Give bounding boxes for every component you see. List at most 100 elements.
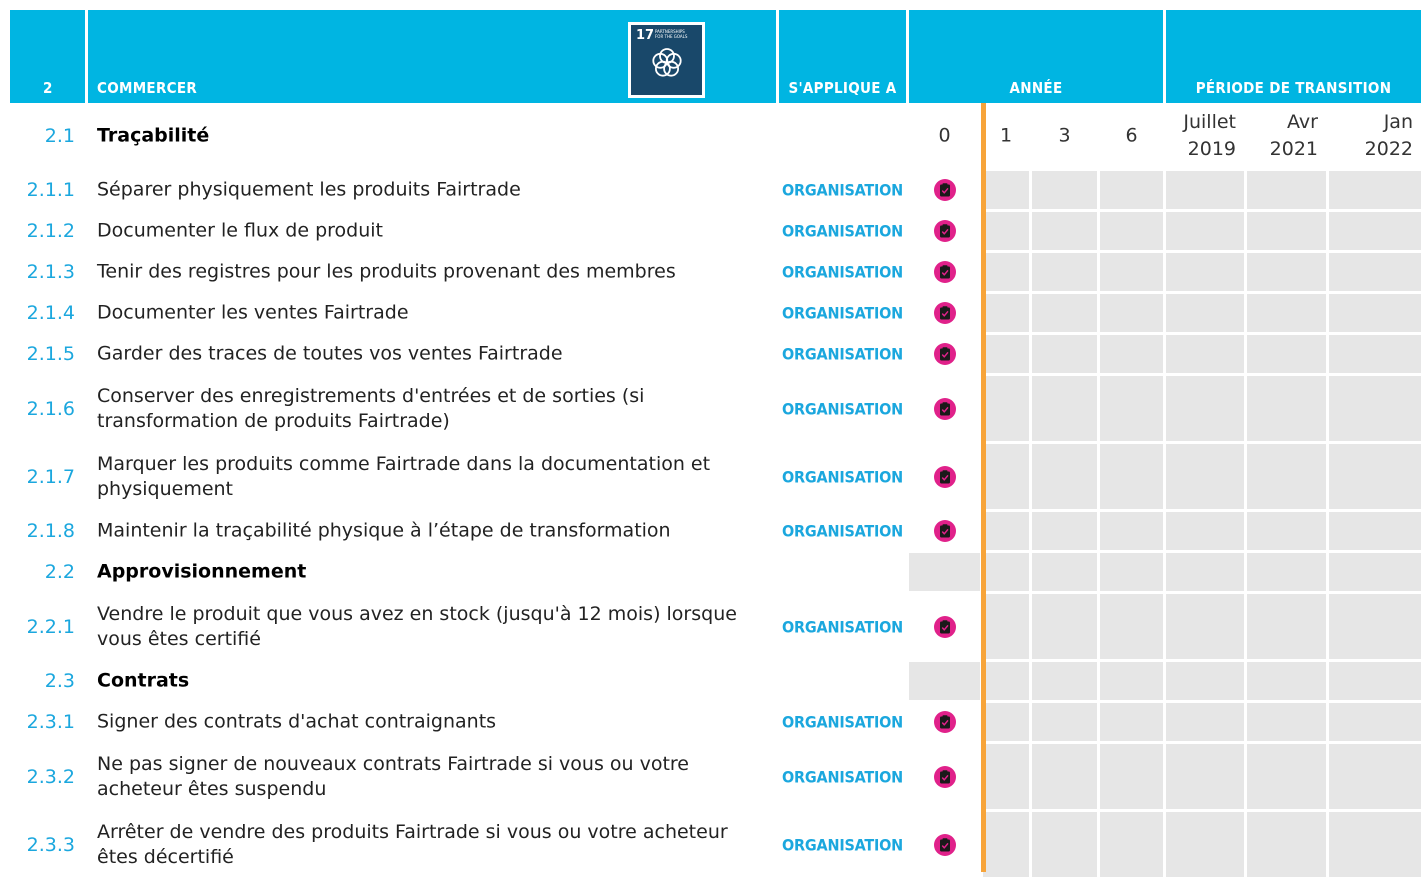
timeline-cell: [1329, 553, 1421, 591]
timeline-cell: [1247, 594, 1326, 659]
requirement-row: 2.1.8 Maintenir la traçabilité physique à…: [10, 512, 1421, 550]
timeline-cell: [1032, 444, 1097, 509]
timeline-cell: [1100, 744, 1163, 809]
applies-to-cell: ORGANISATION: [779, 512, 906, 550]
requirement-number-cell: 2.1.2: [10, 212, 85, 250]
year-cell: [909, 553, 980, 591]
requirement-number: 2.1.3: [26, 261, 75, 283]
transition-date: Juillet 2019: [1183, 109, 1236, 163]
timeline-cell: [1247, 253, 1326, 291]
year-value: 6: [1125, 124, 1138, 147]
timeline-cell: [1247, 812, 1326, 877]
timeline-cell: [1166, 444, 1244, 509]
applies-to-value: ORGANISATION: [782, 835, 903, 854]
requirement-number: 2.1.5: [26, 343, 75, 365]
requirement-description-cell: Séparer physiquement les produits Fairtr…: [88, 171, 776, 209]
timeline-cell: [1329, 812, 1421, 877]
transition-column-header: Avr 2021: [1247, 104, 1326, 168]
year-column-header: 1: [983, 104, 1029, 168]
requirement-row: 2.1.3 Tenir des registres pour les produi…: [10, 253, 1421, 291]
applies-to-cell: ORGANISATION: [779, 212, 906, 250]
timeline-cell: [1166, 662, 1244, 700]
requirement-number-cell: 2.1.4: [10, 294, 85, 332]
transition-year: 2019: [1187, 138, 1236, 160]
requirement-row: 2.1.7 Marquer les produits comme Fairtrad…: [10, 444, 1421, 509]
timeline-cell: [1247, 744, 1326, 809]
requirement-number-cell: 2.1.1: [10, 171, 85, 209]
year-zero-cell: [909, 212, 980, 250]
requirement-number-cell: 2.2.1: [10, 594, 85, 659]
applies-to-value: ORGANISATION: [782, 521, 903, 541]
applies-to-value: ORGANISATION: [782, 344, 903, 364]
transition-month: Juillet: [1183, 111, 1236, 133]
timeline-cell: [1100, 512, 1163, 550]
requirement-description-cell: Vendre le produit que vous avez en stock…: [88, 594, 776, 659]
requirement-number-cell: 2.1.3: [10, 253, 85, 291]
transition-label: PÉRIODE DE TRANSITION: [1195, 79, 1392, 97]
requirement-description: Documenter le flux de produit: [97, 219, 383, 242]
applies-to-cell: ORGANISATION: [779, 335, 906, 373]
applies-to-label: S'APPLIQUE A: [788, 79, 897, 97]
timeline-cell: [983, 444, 1029, 509]
requirement-row: 2.2.1 Vendre le produit que vous avez en …: [10, 594, 1421, 659]
applies-to-value: ORGANISATION: [782, 303, 903, 323]
sdg-number: 17: [636, 28, 655, 43]
transition-month: Avr: [1287, 111, 1318, 133]
timeline-cell: [1166, 744, 1244, 809]
timeline-cell: [1166, 812, 1244, 877]
requirement-description-cell: Maintenir la traçabilité physique à l’ét…: [88, 512, 776, 550]
timeline-cell: [1100, 812, 1163, 877]
transition-header: PÉRIODE DE TRANSITION: [1166, 10, 1421, 103]
year-zero-cell: [909, 594, 980, 659]
timeline-cell: [1032, 553, 1097, 591]
transition-column-header: Juillet 2019: [1166, 104, 1244, 168]
requirement-description-cell: Documenter le flux de produit: [88, 212, 776, 250]
requirement-row: 2.1.5 Garder des traces de toutes vos ven…: [10, 335, 1421, 373]
timeline-cell: [1247, 512, 1326, 550]
requirement-description-cell: Arrêter de vendre des produits Fairtrade…: [88, 812, 776, 877]
section-title: COMMERCER: [97, 79, 198, 97]
requirement-number-cell: 2.1.8: [10, 512, 85, 550]
applies-to-cell: ORGANISATION: [779, 171, 906, 209]
requirement-description: Garder des traces de toutes vos ventes F…: [97, 342, 563, 365]
section-row: 2.1 Traçabilité 0 1 3 6 Juillet 2019 Avr 2021 Jan 2…: [10, 104, 1421, 168]
timeline-cell: [983, 812, 1029, 877]
section-number-header: 2: [10, 10, 85, 103]
timeline-cell: [983, 376, 1029, 441]
timeline-cell: [1166, 703, 1244, 741]
year-column-header: 0: [909, 104, 980, 168]
applies-to-value: ORGANISATION: [782, 221, 903, 241]
requirement-number: 2.3.1: [26, 711, 75, 733]
year-column-header: 6: [1100, 104, 1163, 168]
applies-to-cell: ORGANISATION: [779, 444, 906, 509]
section-title: Contrats: [97, 669, 190, 692]
section-title-cell: Contrats: [88, 662, 776, 700]
requirement-number: 2.1.4: [26, 302, 75, 324]
requirement-number-cell: 2.1.7: [10, 444, 85, 509]
timeline-cell: [1166, 512, 1244, 550]
timeline-cell: [1032, 662, 1097, 700]
timeline-cell: [1247, 294, 1326, 332]
section-number-cell: 2.1: [10, 104, 85, 168]
clipboard-check-icon: [933, 302, 956, 324]
requirement-number: 2.3.2: [26, 765, 75, 788]
timeline-cell: [1166, 376, 1244, 441]
requirement-row: 2.1.2 Documenter le flux de produit ORGANI…: [10, 212, 1421, 250]
requirement-row: 2.1.4 Documenter les ventes Fairtrade ORGA…: [10, 294, 1421, 332]
timeline-cell: [1329, 512, 1421, 550]
timeline-cell: [1032, 253, 1097, 291]
applies-to-cell: ORGANISATION: [779, 294, 906, 332]
clipboard-check-icon: [933, 765, 956, 788]
timeline-cell: [1166, 553, 1244, 591]
applies-to-cell: ORGANISATION: [779, 376, 906, 441]
requirement-description-cell: Ne pas signer de nouveaux contrats Fairt…: [88, 744, 776, 809]
applies-to-value: ORGANISATION: [782, 767, 903, 786]
applies-to-cell: ORGANISATION: [779, 812, 906, 877]
applies-to-value: ORGANISATION: [782, 399, 903, 418]
section-number-cell: 2.2: [10, 553, 85, 591]
requirement-description-cell: Marquer les produits comme Fairtrade dan…: [88, 444, 776, 509]
requirement-description: Séparer physiquement les produits Fairtr…: [97, 178, 521, 201]
applies-to-cell: ORGANISATION: [779, 253, 906, 291]
timeline-cell: [1329, 212, 1421, 250]
section-number: 2.2: [44, 561, 75, 583]
